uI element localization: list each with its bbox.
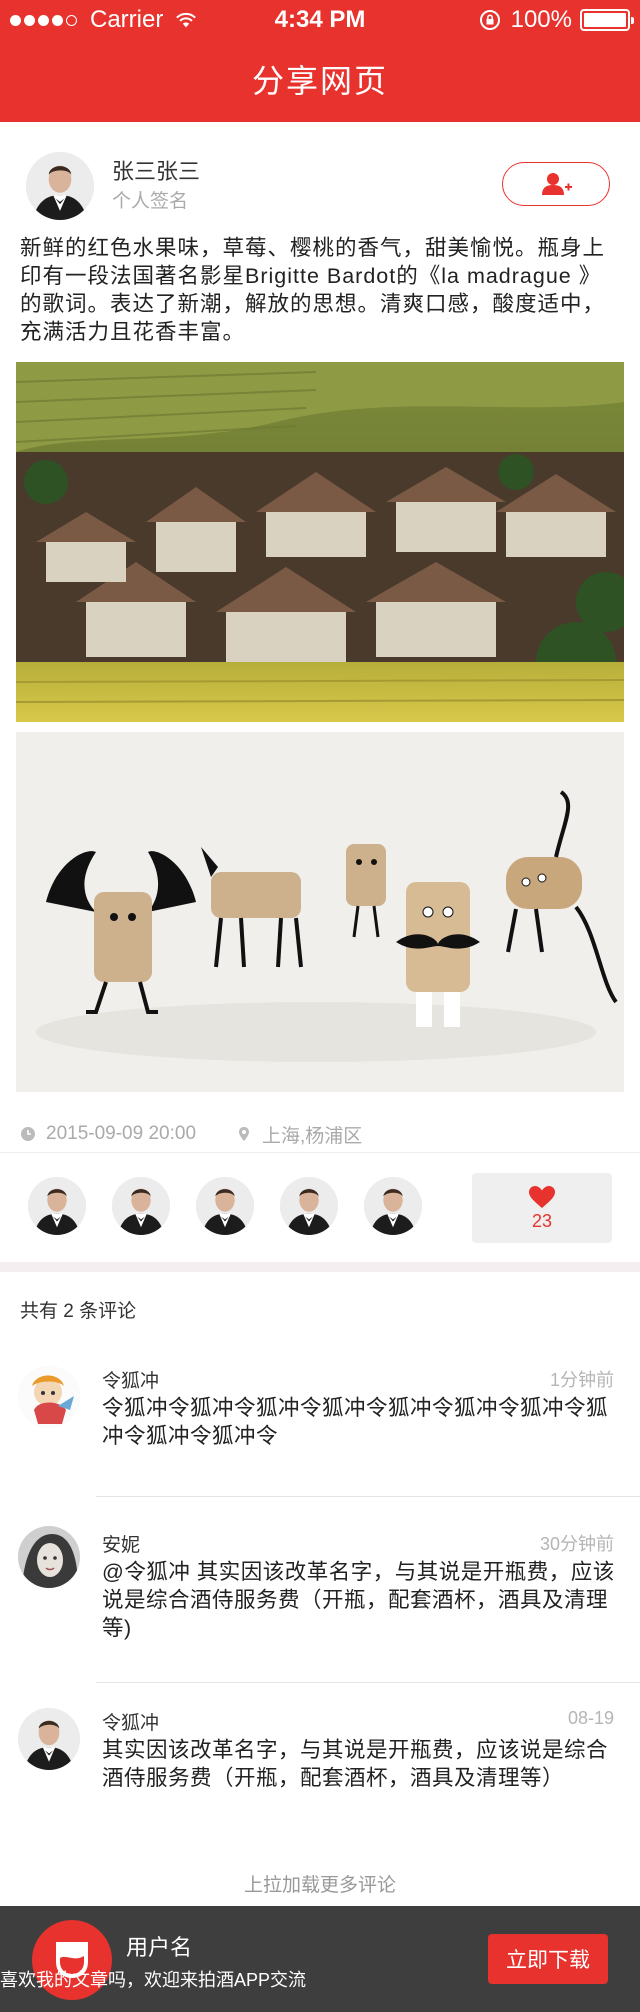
post-location-text: 上海,杨浦区 — [262, 1125, 363, 1147]
status-bar: Carrier 4:34 PM 100% — [0, 0, 640, 40]
tuxedo-avatar-icon — [26, 152, 94, 220]
like-button[interactable]: 23 — [472, 1173, 612, 1243]
comment-time: 08-19 — [567, 1708, 614, 1728]
author-avatar[interactable] — [26, 152, 94, 220]
tuxedo-avatar-icon — [28, 1177, 86, 1235]
tuxedo-avatar-icon — [18, 1708, 80, 1770]
battery-icon — [580, 9, 634, 31]
cartoon-avatar-icon — [18, 1366, 80, 1428]
download-button[interactable]: 立即下载 — [488, 1934, 608, 1984]
tuxedo-avatar-icon — [280, 1177, 338, 1235]
comments-count: 共有 2 条评论 — [20, 1301, 137, 1322]
author-header: 张三张三 个人签名 — [0, 122, 640, 232]
liker-avatar[interactable] — [364, 1177, 422, 1235]
add-user-icon — [542, 173, 572, 195]
nav-bar: 分享网页 — [0, 40, 640, 122]
article-body: 新鲜的红色水果味，草莓、樱桃的香气，甜美愉悦。瓶身上印有一段法国著名影星Brig… — [20, 236, 606, 344]
liker-avatar[interactable] — [28, 1177, 86, 1235]
author-name[interactable]: 张三张三 — [112, 154, 200, 186]
commenter-name[interactable]: 令狐冲 — [102, 1708, 159, 1735]
commenter-name[interactable]: 令狐冲 — [102, 1366, 159, 1393]
tuxedo-avatar-icon — [196, 1177, 254, 1235]
comment-time: 1分钟前 — [549, 1370, 614, 1390]
liker-avatar[interactable] — [196, 1177, 254, 1235]
clock-icon — [21, 1127, 35, 1141]
rotation-lock-icon — [479, 10, 500, 30]
comment-text: 其实因该改革名字，与其说是开瓶费，应该说是综合酒侍服务费（开瓶，配套酒杯，酒具及… — [102, 1738, 609, 1790]
post-location: 上海,杨浦区 — [236, 1121, 362, 1148]
commenter-avatar[interactable] — [18, 1366, 80, 1428]
commenter-name[interactable]: 安妮 — [102, 1530, 140, 1557]
tuxedo-avatar-icon — [364, 1177, 422, 1235]
post-date: 2015-09-09 20:00 — [20, 1123, 196, 1145]
author-signature: 个人签名 — [112, 191, 189, 212]
likes-row: 23 — [0, 1152, 640, 1262]
app-promo-bar: 用户名 喜欢我的文章吗，欢迎来拍酒APP交流 立即下载 — [0, 1906, 640, 2012]
follow-button[interactable] — [502, 162, 610, 206]
cork-figures-photo[interactable] — [16, 732, 624, 1092]
commenter-avatar[interactable] — [18, 1526, 80, 1588]
post-date-text: 2015-09-09 20:00 — [46, 1123, 197, 1144]
load-more-comments[interactable]: 上拉加载更多评论 — [0, 1870, 640, 1897]
battery-percent: 100% — [510, 6, 572, 33]
comment-divider — [96, 1496, 640, 1497]
page-title: 分享网页 — [251, 63, 388, 99]
liker-avatar[interactable] — [112, 1177, 170, 1235]
comment-text: 令狐冲令狐冲令狐冲令狐冲令狐冲令狐冲令狐冲令狐冲令狐冲令狐冲令 — [102, 1396, 609, 1448]
comment-divider — [96, 1682, 640, 1683]
liker-avatar[interactable] — [280, 1177, 338, 1235]
promo-description: 喜欢我的文章吗，欢迎来拍酒APP交流 — [0, 1970, 307, 1990]
section-divider — [0, 1262, 640, 1272]
tuxedo-avatar-icon — [112, 1177, 170, 1235]
village-photo[interactable] — [16, 362, 624, 722]
location-pin-icon — [239, 1127, 250, 1141]
commenter-avatar[interactable] — [18, 1708, 80, 1770]
post-meta: 2015-09-09 20:00 上海,杨浦区 — [20, 1118, 620, 1150]
village-landscape-image — [16, 362, 624, 722]
comment-text: @令狐冲 其实因该改革名字，与其说是开瓶费，应该说是综合酒侍服务费（开瓶，配套酒… — [102, 1560, 615, 1640]
portrait-avatar-icon — [18, 1526, 80, 1588]
comment-time: 30分钟前 — [539, 1534, 614, 1554]
promo-username: 用户名 — [126, 1935, 193, 1960]
like-count: 23 — [531, 1210, 553, 1231]
cork-figures-image — [16, 732, 624, 1092]
heart-icon — [529, 1185, 555, 1208]
